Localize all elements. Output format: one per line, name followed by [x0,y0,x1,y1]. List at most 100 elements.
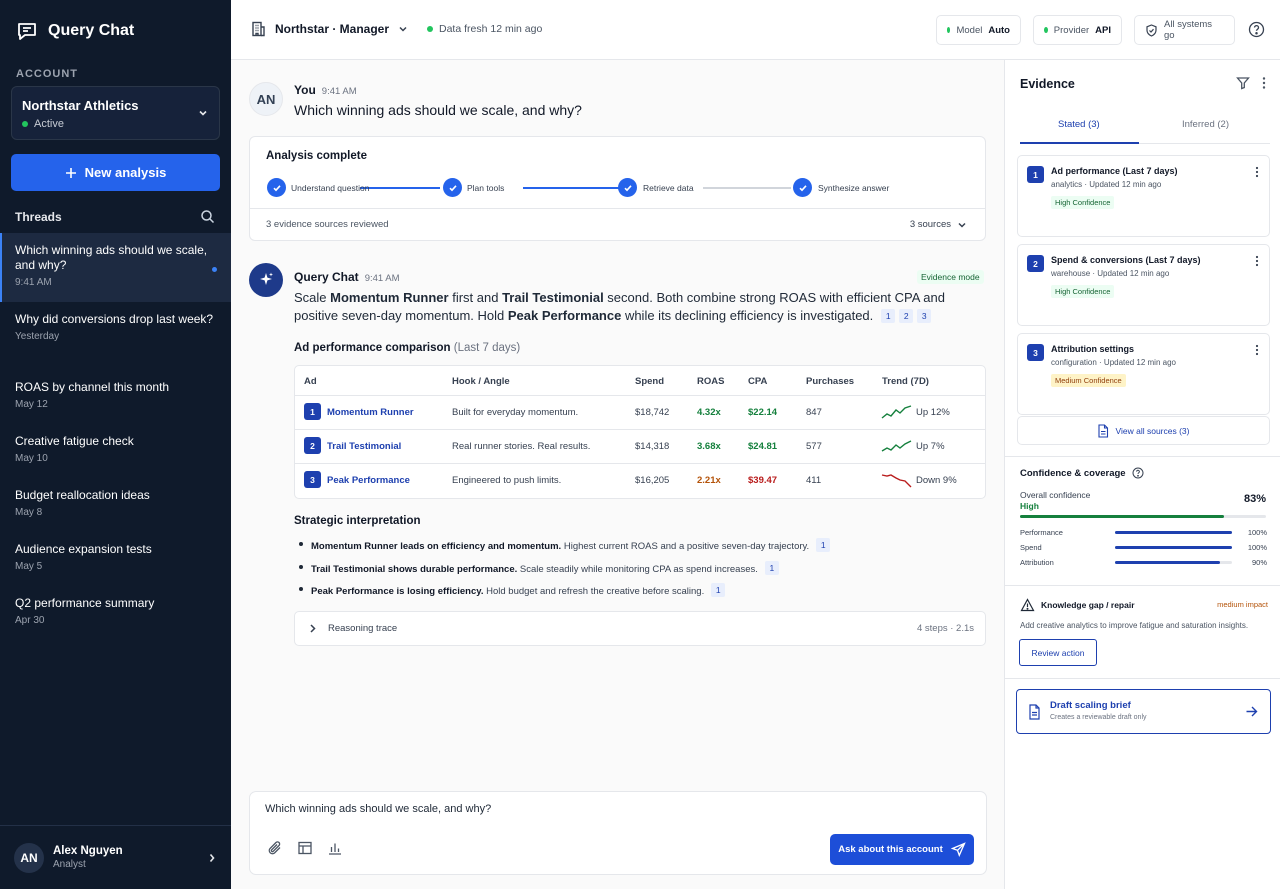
trace-meta: 4 steps · 2.1s [916,623,974,634]
citation-badge[interactable]: 3 [917,309,932,323]
hook-cell: Real runner stories. Real results. [452,441,591,452]
thread-title: ROAS by channel this month [15,380,170,394]
table-row[interactable]: 2 Trail Testimonial Real runner stories.… [295,429,985,463]
hook-cell: Engineered to push limits. [452,475,562,486]
thread-item[interactable]: Creative fatigue check May 10 [0,424,231,478]
table-period: (Last 7 days) [453,342,521,354]
tab-stated[interactable]: Stated (3) [1058,119,1100,130]
citation-badge[interactable]: 1 [764,560,779,575]
table-row[interactable]: 1 Momentum Runner Built for everyday mom… [295,395,985,429]
spend-cell: $16,205 [635,475,670,486]
view-all-sources-button[interactable]: View all sources (3) [1017,416,1270,445]
strategy-text: Hold budget and refresh the creative bef… [483,586,705,597]
spend-cell: $18,742 [635,407,670,418]
threads-label: Threads [15,209,62,224]
thread-item[interactable]: Which winning ads should we scale, and w… [0,233,231,302]
more-vertical-icon[interactable] [1255,255,1259,267]
ad-name[interactable]: Peak Performance [327,475,410,486]
review-action-button[interactable]: Review action [1019,639,1097,666]
thread-date: May 5 [15,561,43,572]
analysis-status-card: Analysis complete Understand question Pl… [249,136,986,241]
thread-item[interactable]: Budget reallocation ideas May 8 [0,478,231,532]
sources-label: 3 sources [909,219,951,230]
account-selector[interactable]: Northstar Athletics Active [11,86,220,140]
thread-item[interactable]: ROAS by channel this month May 12 [0,370,231,424]
trend-cell: Up 12% [916,407,950,418]
top-bar: Northstar · Manager Data fresh 12 min ag… [231,0,1280,60]
evidence-count: 3 evidence sources reviewed [266,219,389,230]
more-vertical-icon[interactable] [1262,76,1266,90]
overall-confidence-bar [1020,515,1266,518]
strategy-bold: Peak Performance is losing efficiency. [311,586,484,597]
model-label: Model [956,24,983,36]
citation-badge[interactable]: 1 [711,583,726,597]
panel-actions [1236,76,1266,90]
tab-inferred[interactable]: Inferred (2) [1182,119,1229,130]
sources-dropdown[interactable]: 3 sources [910,219,967,230]
more-vertical-icon[interactable] [1255,166,1259,178]
step-connector [703,187,791,189]
help-icon[interactable] [1248,21,1265,38]
citation-badge[interactable]: 1 [816,538,831,552]
model-selector[interactable]: Model Auto [936,15,1021,45]
evidence-tabs: Stated (3) Inferred (2) [1020,108,1270,144]
new-analysis-button[interactable]: New analysis [11,154,220,191]
thread-date: 9:41 AM [15,277,52,288]
account-status: Active [22,118,209,130]
account-name: Northstar Athletics [22,98,139,113]
thread-title: Budget reallocation ideas [15,488,150,502]
coverage-metric: Spend 100% [1020,543,1267,553]
org-selector[interactable]: Northstar · Manager [249,20,409,38]
chevron-down-icon [397,23,409,35]
assistant-avatar [249,263,283,297]
ad-name[interactable]: Trail Testimonial [327,441,401,452]
row-index: 2 [304,437,321,454]
citation-badge[interactable]: 1 [881,309,896,323]
sender-name: You [294,83,316,97]
filter-icon[interactable] [1236,76,1250,90]
table-icon[interactable] [297,840,313,856]
reasoning-trace-toggle[interactable]: Reasoning trace 4 steps · 2.1s [294,611,986,646]
ask-button[interactable]: Ask about this account [830,834,974,865]
message-composer[interactable]: Which winning ads should we scale, and w… [249,791,987,875]
plus-icon [65,167,77,179]
thread-item[interactable]: Why did conversions drop last week? Yest… [0,302,231,370]
document-icon [1028,704,1041,720]
search-icon[interactable] [200,209,215,224]
assistant-answer: Scale Momentum Runner first and Trail Te… [294,289,974,325]
list-item: Trail Testimonial shows durable performa… [298,560,978,584]
thread-title: Audience expansion tests [15,542,152,556]
thread-title: Q2 performance summary [15,596,155,610]
bar-chart-icon[interactable] [327,840,343,856]
table-row[interactable]: 3 Peak Performance Engineered to push li… [295,463,985,498]
help-icon[interactable] [1132,467,1144,479]
coverage-metric: Attribution 90% [1020,558,1267,568]
thread-date: May 12 [15,399,48,410]
ad-name[interactable]: Momentum Runner [327,407,414,418]
thread-date: May 8 [15,507,43,518]
new-analysis-label: New analysis [84,165,167,180]
check-icon [793,178,812,197]
user-profile[interactable]: AN Alex Nguyen Analyst [0,825,231,889]
analysis-title: Analysis complete [266,150,367,162]
step-connector [360,187,440,189]
strategy-text: Scale steadily while monitoring CPA as s… [517,563,758,575]
trace-label: Reasoning trace [328,623,398,634]
thread-title: Which winning ads should we scale, and w… [15,243,208,272]
evidence-source-card[interactable]: 2 Spend & conversions (Last 7 days) ware… [1017,244,1270,326]
warning-icon [1020,598,1035,612]
thread-item[interactable]: Q2 performance summary Apr 30 [0,586,231,640]
draft-scaling-brief-button[interactable]: Draft scaling brief Creates a reviewable… [1016,689,1271,734]
draft-title: Draft scaling brief [1050,700,1131,711]
evidence-source-card[interactable]: 1 Ad performance (Last 7 days) analytics… [1017,155,1270,237]
composer-input[interactable]: Which winning ads should we scale, and w… [265,803,491,815]
provider-selector[interactable]: Provider API [1033,15,1122,45]
more-vertical-icon[interactable] [1255,344,1259,356]
citation-badge[interactable]: 2 [899,309,914,323]
thread-item[interactable]: Audience expansion tests May 5 [0,532,231,586]
paperclip-icon[interactable] [267,840,283,856]
evidence-source-card[interactable]: 3 Attribution settings configuration · U… [1017,333,1270,415]
message-meta: You 9:41 AM [294,83,357,97]
system-status[interactable]: All systems go [1134,15,1235,45]
overall-confidence-pct: 83% [1243,493,1266,505]
